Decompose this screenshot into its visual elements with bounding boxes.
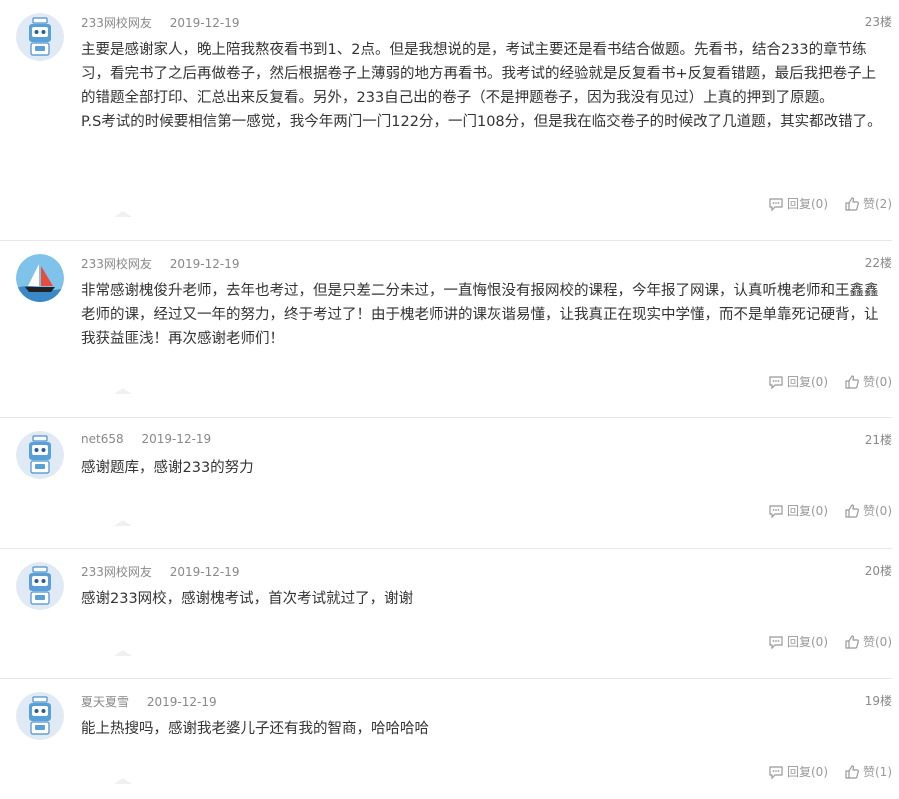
comment-date: 2019-12-19	[169, 565, 240, 579]
speech-bubble-icon	[769, 504, 783, 518]
comment-date: 2019-12-19	[169, 257, 240, 271]
floor-number: 22楼	[864, 256, 892, 270]
thumbs-up-icon	[845, 634, 859, 649]
comment-content: 主要是感谢家人，晚上陪我熬夜看书到1、2点。但是我想说的是，考试主要还是看书结合…	[81, 38, 882, 134]
sailboat-avatar-icon	[16, 254, 64, 302]
comment-actions: 回复(0) 赞(0)	[768, 633, 892, 650]
comment-text-line: 能上热搜吗，感谢我老婆儿子还有我的智商，哈哈哈哈	[81, 721, 429, 737]
speech-bubble-icon	[769, 375, 783, 389]
robot-avatar-icon	[16, 13, 64, 61]
reply-notch	[114, 520, 132, 526]
comment-meta: 233网校网友 2019-12-19	[81, 563, 239, 580]
reply-notch	[114, 650, 132, 656]
thumbs-up-icon	[845, 196, 859, 211]
reply-label: 回复(0)	[787, 197, 828, 211]
reply-label: 回复(0)	[787, 765, 828, 779]
thumbs-up-icon	[845, 764, 859, 779]
comment-content: 非常感谢槐俊升老师，去年也考过，但是只差二分未过，一直悔恨没有报网校的课程，今年…	[81, 279, 882, 351]
avatar[interactable]	[16, 692, 64, 740]
floor-number: 19楼	[864, 694, 892, 708]
comment-meta: net658 2019-12-19	[81, 432, 211, 446]
comment-actions: 回复(0) 赞(1)	[768, 763, 892, 780]
comment-date: 2019-12-19	[141, 432, 212, 446]
comment-list: 233网校网友 2019-12-19 23楼 主要是感谢家人，晚上陪我熬夜看书到…	[0, 0, 899, 784]
comment-meta: 夏天夏雪 2019-12-19	[81, 693, 217, 710]
robot-avatar-icon	[16, 562, 64, 610]
username[interactable]: 233网校网友	[81, 257, 152, 271]
thumbs-up-icon	[845, 503, 859, 518]
comment-actions: 回复(0) 赞(2)	[768, 195, 892, 212]
like-label: 赞(0)	[863, 635, 892, 649]
comment-text-line: 感谢题库，感谢233的努力	[81, 460, 254, 476]
comment-text-line: 主要是感谢家人，晚上陪我熬夜看书到1、2点。但是我想说的是，考试主要还是看书结合…	[81, 42, 877, 106]
username[interactable]: 233网校网友	[81, 565, 152, 579]
like-label: 赞(0)	[863, 375, 892, 389]
floor-number: 21楼	[864, 433, 892, 447]
comment-item: 233网校网友 2019-12-19 23楼 主要是感谢家人，晚上陪我熬夜看书到…	[0, 0, 892, 241]
comment-meta: 233网校网友 2019-12-19	[81, 255, 239, 272]
speech-bubble-icon	[769, 197, 783, 211]
username[interactable]: net658	[81, 432, 124, 446]
comment-item: 233网校网友 2019-12-19 22楼 非常感谢槐俊升老师，去年也考过，但…	[0, 241, 892, 418]
avatar[interactable]	[16, 13, 64, 61]
comment-date: 2019-12-19	[169, 16, 240, 30]
reply-notch	[114, 778, 132, 784]
comment-actions: 回复(0) 赞(0)	[768, 502, 892, 519]
like-button[interactable]: 赞(1)	[844, 763, 892, 780]
comment-date: 2019-12-19	[146, 695, 217, 709]
like-label: 赞(2)	[863, 197, 892, 211]
reply-label: 回复(0)	[787, 375, 828, 389]
floor-number: 20楼	[864, 564, 892, 578]
reply-label: 回复(0)	[787, 504, 828, 518]
reply-notch	[114, 388, 132, 394]
comment-meta: 233网校网友 2019-12-19	[81, 14, 239, 31]
like-button[interactable]: 赞(0)	[844, 373, 892, 390]
comment-text-line: P.S考试的时候要相信第一感觉，我今年两门一门122分，一门108分，但是我在临…	[81, 114, 882, 130]
like-button[interactable]: 赞(2)	[844, 195, 892, 212]
avatar[interactable]	[16, 431, 64, 479]
comment-actions: 回复(0) 赞(0)	[768, 373, 892, 390]
comment-text-line: 非常感谢槐俊升老师，去年也考过，但是只差二分未过，一直悔恨没有报网校的课程，今年…	[81, 283, 879, 347]
thumbs-up-icon	[845, 374, 859, 389]
speech-bubble-icon	[769, 765, 783, 779]
robot-avatar-icon	[16, 692, 64, 740]
reply-button[interactable]: 回复(0)	[768, 195, 828, 212]
comment-item: net658 2019-12-19 21楼 感谢题库，感谢233的努力 回复(0…	[0, 418, 892, 549]
comment-item: 夏天夏雪 2019-12-19 19楼 能上热搜吗，感谢我老婆儿子还有我的智商，…	[0, 679, 892, 799]
comment-content: 能上热搜吗，感谢我老婆儿子还有我的智商，哈哈哈哈	[81, 717, 882, 741]
comment-item: 233网校网友 2019-12-19 20楼 感谢233网校，感谢槐考试，首次考…	[0, 549, 892, 679]
comment-content: 感谢题库，感谢233的努力	[81, 456, 882, 480]
comment-text-line: 感谢233网校，感谢槐考试，首次考试就过了，谢谢	[81, 591, 414, 607]
reply-label: 回复(0)	[787, 635, 828, 649]
reply-button[interactable]: 回复(0)	[768, 633, 828, 650]
like-button[interactable]: 赞(0)	[844, 502, 892, 519]
avatar[interactable]	[16, 254, 64, 302]
reply-button[interactable]: 回复(0)	[768, 763, 828, 780]
avatar[interactable]	[16, 562, 64, 610]
like-label: 赞(1)	[863, 765, 892, 779]
reply-button[interactable]: 回复(0)	[768, 373, 828, 390]
robot-avatar-icon	[16, 431, 64, 479]
comment-content: 感谢233网校，感谢槐考试，首次考试就过了，谢谢	[81, 587, 882, 611]
username[interactable]: 233网校网友	[81, 16, 152, 30]
speech-bubble-icon	[769, 635, 783, 649]
floor-number: 23楼	[864, 15, 892, 29]
reply-notch	[114, 211, 132, 217]
reply-button[interactable]: 回复(0)	[768, 502, 828, 519]
username[interactable]: 夏天夏雪	[81, 695, 129, 709]
like-button[interactable]: 赞(0)	[844, 633, 892, 650]
like-label: 赞(0)	[863, 504, 892, 518]
